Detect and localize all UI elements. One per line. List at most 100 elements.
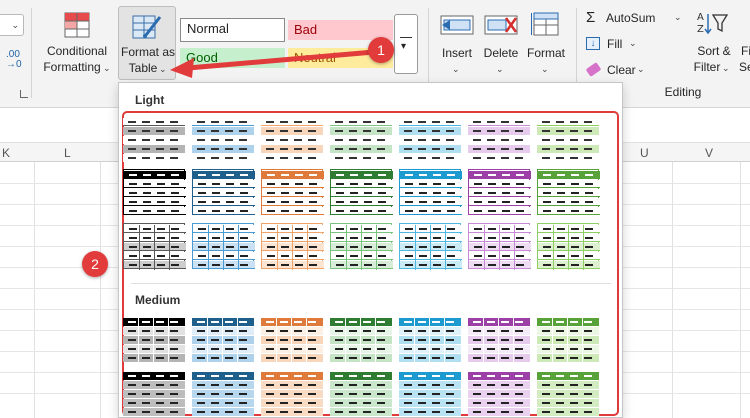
style-normal[interactable]: Normal [180,18,285,42]
thumbnail-dash [129,255,137,257]
table-style-thumbnail[interactable] [123,223,186,270]
format-button[interactable]: Format ⌄ [524,6,568,80]
insert-button[interactable]: Insert ⌄ [436,6,478,80]
table-style-thumbnail[interactable] [192,169,255,215]
table-style-thumbnail[interactable] [123,317,185,363]
column-header-v[interactable]: V [705,146,713,160]
thumbnail-row [192,127,254,135]
thumbnail-dash [487,157,495,159]
thumbnail-dash [446,339,454,341]
table-style-thumbnail[interactable] [537,223,600,270]
thumbnail-dash [447,192,455,194]
thumbnail-dash [473,330,481,332]
thumbnail-row [468,381,530,389]
thumbnail-dash [378,237,386,239]
thumbnail-dash [432,157,440,159]
clear-button[interactable]: Clear ⌄ [585,62,656,80]
table-style-thumbnail[interactable] [399,117,461,163]
table-style-thumbnail[interactable] [468,317,530,363]
thumbnail-dash [516,201,524,203]
column-header-l[interactable]: L [64,146,71,160]
thumbnail-dash [349,321,357,323]
thumbnail-row [123,118,185,126]
thumbnail-dash [557,264,565,266]
thumbnail-dash [542,139,550,141]
thumbnail-dash [364,210,372,212]
thumbnail-dash [280,393,288,395]
thumbnail-row [330,381,392,389]
table-style-thumbnail[interactable] [468,117,530,163]
table-style-thumbnail[interactable] [192,317,254,363]
thumbnail-dash [363,339,371,341]
table-style-thumbnail[interactable] [261,317,323,363]
thumbnail-dash [488,192,496,194]
sort-filter-button[interactable]: A Z Sort & Filter ⌄ [692,6,736,80]
thumbnail-dash [419,255,427,257]
table-style-thumbnail[interactable] [261,371,323,417]
conditional-formatting-button[interactable]: Conditional Formatting ⌄ [40,6,114,80]
thumbnail-dash [226,183,234,185]
thumbnail-dash [585,228,593,230]
thumbnail-col-line [208,225,209,270]
thumbnail-dash [487,121,495,123]
table-style-thumbnail[interactable] [537,117,599,163]
table-style-thumbnail[interactable] [468,223,531,270]
column-header-k[interactable]: K [2,146,10,160]
thumbnail-dash [556,411,564,413]
thumbnail-dash [239,393,247,395]
table-style-thumbnail[interactable] [330,223,393,270]
table-style-thumbnail[interactable] [192,223,255,270]
fill-button[interactable]: ↓ Fill ⌄ [586,36,646,54]
dialog-launcher-icon[interactable] [20,90,28,98]
table-style-thumbnail[interactable] [468,371,530,417]
table-style-thumbnail[interactable] [537,371,599,417]
thumbnail-dash [502,192,510,194]
table-style-thumbnail[interactable] [261,223,324,270]
thumbnail-dash [142,348,150,350]
table-style-thumbnail[interactable] [330,117,392,163]
format-as-table-button[interactable]: Format as Table ⌄ [118,6,176,80]
table-style-thumbnail[interactable] [537,317,599,363]
table-style-thumbnail[interactable] [468,169,531,215]
style-good[interactable]: Good [180,48,285,68]
thumbnail-dash [488,264,496,266]
thumbnail-dash [308,157,316,159]
table-style-thumbnail[interactable] [261,117,323,163]
delete-button[interactable]: Delete ⌄ [480,6,522,80]
table-style-thumbnail[interactable] [123,371,185,417]
thumbnail-dash [501,139,509,141]
table-style-thumbnail[interactable] [123,169,186,215]
thumbnail-row [469,261,531,269]
styles-gallery-more-button[interactable]: ▾ [394,14,418,74]
thumbnail-dash [584,148,592,150]
find-select-label-1[interactable]: Fi [741,44,750,59]
thumbnail-row [123,345,185,353]
table-style-thumbnail[interactable] [399,317,461,363]
autosum-button[interactable]: Σ AutoSum ⌄ [586,9,686,28]
table-style-thumbnail[interactable] [537,169,600,215]
thumbnail-row [468,372,530,380]
thumbnail-dash [487,402,495,404]
thumbnail-row [123,136,185,144]
thumbnail-row [331,252,393,260]
table-style-thumbnail[interactable] [399,223,462,270]
table-style-thumbnail[interactable] [399,169,462,215]
thumbnail-dash [405,192,413,194]
table-style-thumbnail[interactable] [261,169,324,215]
find-select-label-2[interactable]: Se [739,60,750,75]
table-style-thumbnail[interactable] [123,117,185,163]
table-style-thumbnail[interactable] [330,169,393,215]
thumbnail-dash [309,255,317,257]
thumbnail-dash [377,393,385,395]
thumbnail-row [468,127,530,135]
table-style-thumbnail[interactable] [192,117,254,163]
table-style-thumbnail[interactable] [330,317,392,363]
table-style-thumbnail[interactable] [192,371,254,417]
thumbnail-dash [309,201,317,203]
column-header-u[interactable]: U [640,146,649,160]
thumbnail-dash [585,264,593,266]
table-style-thumbnail[interactable] [399,371,461,417]
table-style-thumbnail[interactable] [330,371,392,417]
number-format-dropdown[interactable]: ⌄ [0,14,24,36]
thumbnail-dash [542,339,550,341]
